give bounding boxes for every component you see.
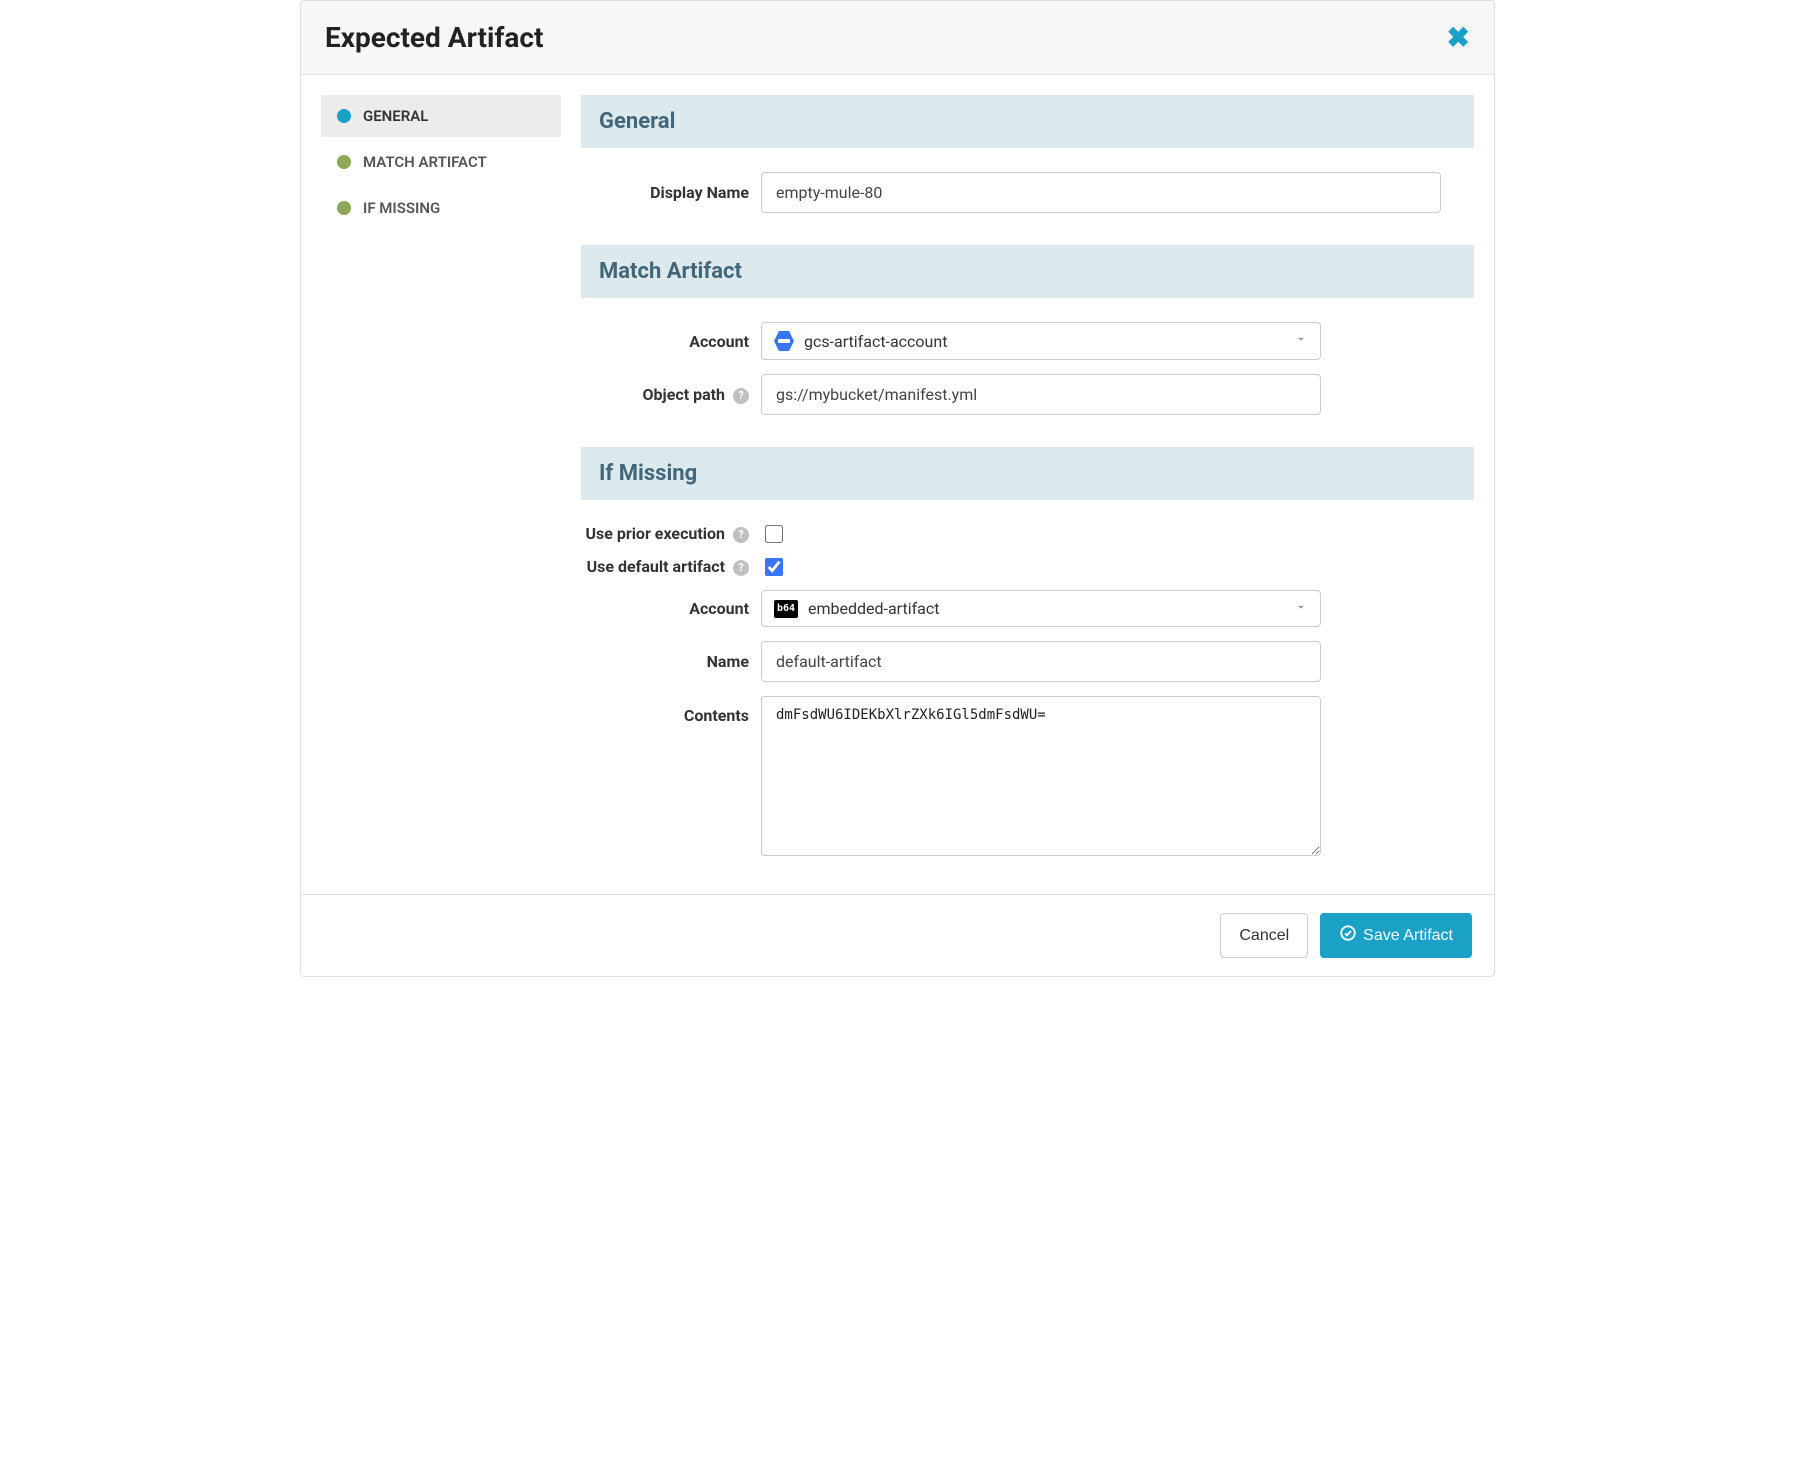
sidebar: GENERAL MATCH ARTIFACT IF MISSING [301, 95, 581, 894]
sidebar-item-if-missing[interactable]: IF MISSING [321, 187, 561, 229]
gcs-icon [774, 331, 794, 351]
row-use-default: Use default artifact ? [581, 557, 1474, 576]
section-heading-general: General [581, 95, 1474, 148]
use-default-checkbox[interactable] [765, 558, 783, 576]
sidebar-item-match-artifact[interactable]: MATCH ARTIFACT [321, 141, 561, 183]
section-heading-if-missing: If Missing [581, 447, 1474, 500]
label-use-default: Use default artifact ? [581, 557, 761, 576]
help-icon[interactable]: ? [733, 560, 749, 576]
default-account-value: embedded-artifact [808, 599, 939, 618]
label-display-name: Display Name [581, 183, 761, 202]
row-default-name: Name [581, 641, 1474, 682]
match-account-value: gcs-artifact-account [804, 332, 947, 351]
check-circle-icon [1339, 924, 1357, 947]
cancel-button[interactable]: Cancel [1220, 913, 1308, 958]
b64-icon: b64 [774, 600, 798, 618]
sidebar-item-label: IF MISSING [363, 199, 440, 217]
contents-textarea[interactable] [761, 696, 1321, 856]
row-use-prior: Use prior execution ? [581, 524, 1474, 543]
use-prior-checkbox[interactable] [765, 525, 783, 543]
label-default-name: Name [581, 652, 761, 671]
dot-icon [337, 155, 351, 169]
sidebar-item-label: MATCH ARTIFACT [363, 153, 487, 171]
row-match-account: Account gcs-artifact-account [581, 322, 1474, 360]
row-display-name: Display Name [581, 172, 1474, 213]
save-artifact-button[interactable]: Save Artifact [1320, 913, 1472, 958]
row-contents: Contents [581, 696, 1474, 860]
label-match-account: Account [581, 332, 761, 351]
modal-header: Expected Artifact ✖ [301, 1, 1494, 75]
label-default-account: Account [581, 599, 761, 618]
chevron-down-icon [1294, 600, 1308, 618]
content: General Display Name Match Artifact Acco… [581, 95, 1494, 894]
modal-footer: Cancel Save Artifact [301, 894, 1494, 976]
sidebar-item-label: GENERAL [363, 107, 428, 125]
label-contents: Contents [581, 696, 761, 725]
default-account-select[interactable]: b64 embedded-artifact [761, 590, 1321, 627]
sidebar-item-general[interactable]: GENERAL [321, 95, 561, 137]
modal-title: Expected Artifact [325, 21, 543, 54]
row-object-path: Object path ? [581, 374, 1474, 415]
dot-icon [337, 109, 351, 123]
default-name-input[interactable] [761, 641, 1321, 682]
chevron-down-icon [1294, 332, 1308, 350]
help-icon[interactable]: ? [733, 388, 749, 404]
object-path-input[interactable] [761, 374, 1321, 415]
section-heading-match-artifact: Match Artifact [581, 245, 1474, 298]
expected-artifact-modal: Expected Artifact ✖ GENERAL MATCH ARTIFA… [300, 0, 1495, 977]
help-icon[interactable]: ? [733, 527, 749, 543]
close-icon[interactable]: ✖ [1447, 24, 1470, 52]
display-name-input[interactable] [761, 172, 1441, 213]
label-use-prior: Use prior execution ? [581, 524, 761, 543]
label-object-path: Object path ? [581, 385, 761, 404]
match-account-select[interactable]: gcs-artifact-account [761, 322, 1321, 360]
modal-body: GENERAL MATCH ARTIFACT IF MISSING Genera… [301, 75, 1494, 894]
dot-icon [337, 201, 351, 215]
row-default-account: Account b64 embedded-artifact [581, 590, 1474, 627]
